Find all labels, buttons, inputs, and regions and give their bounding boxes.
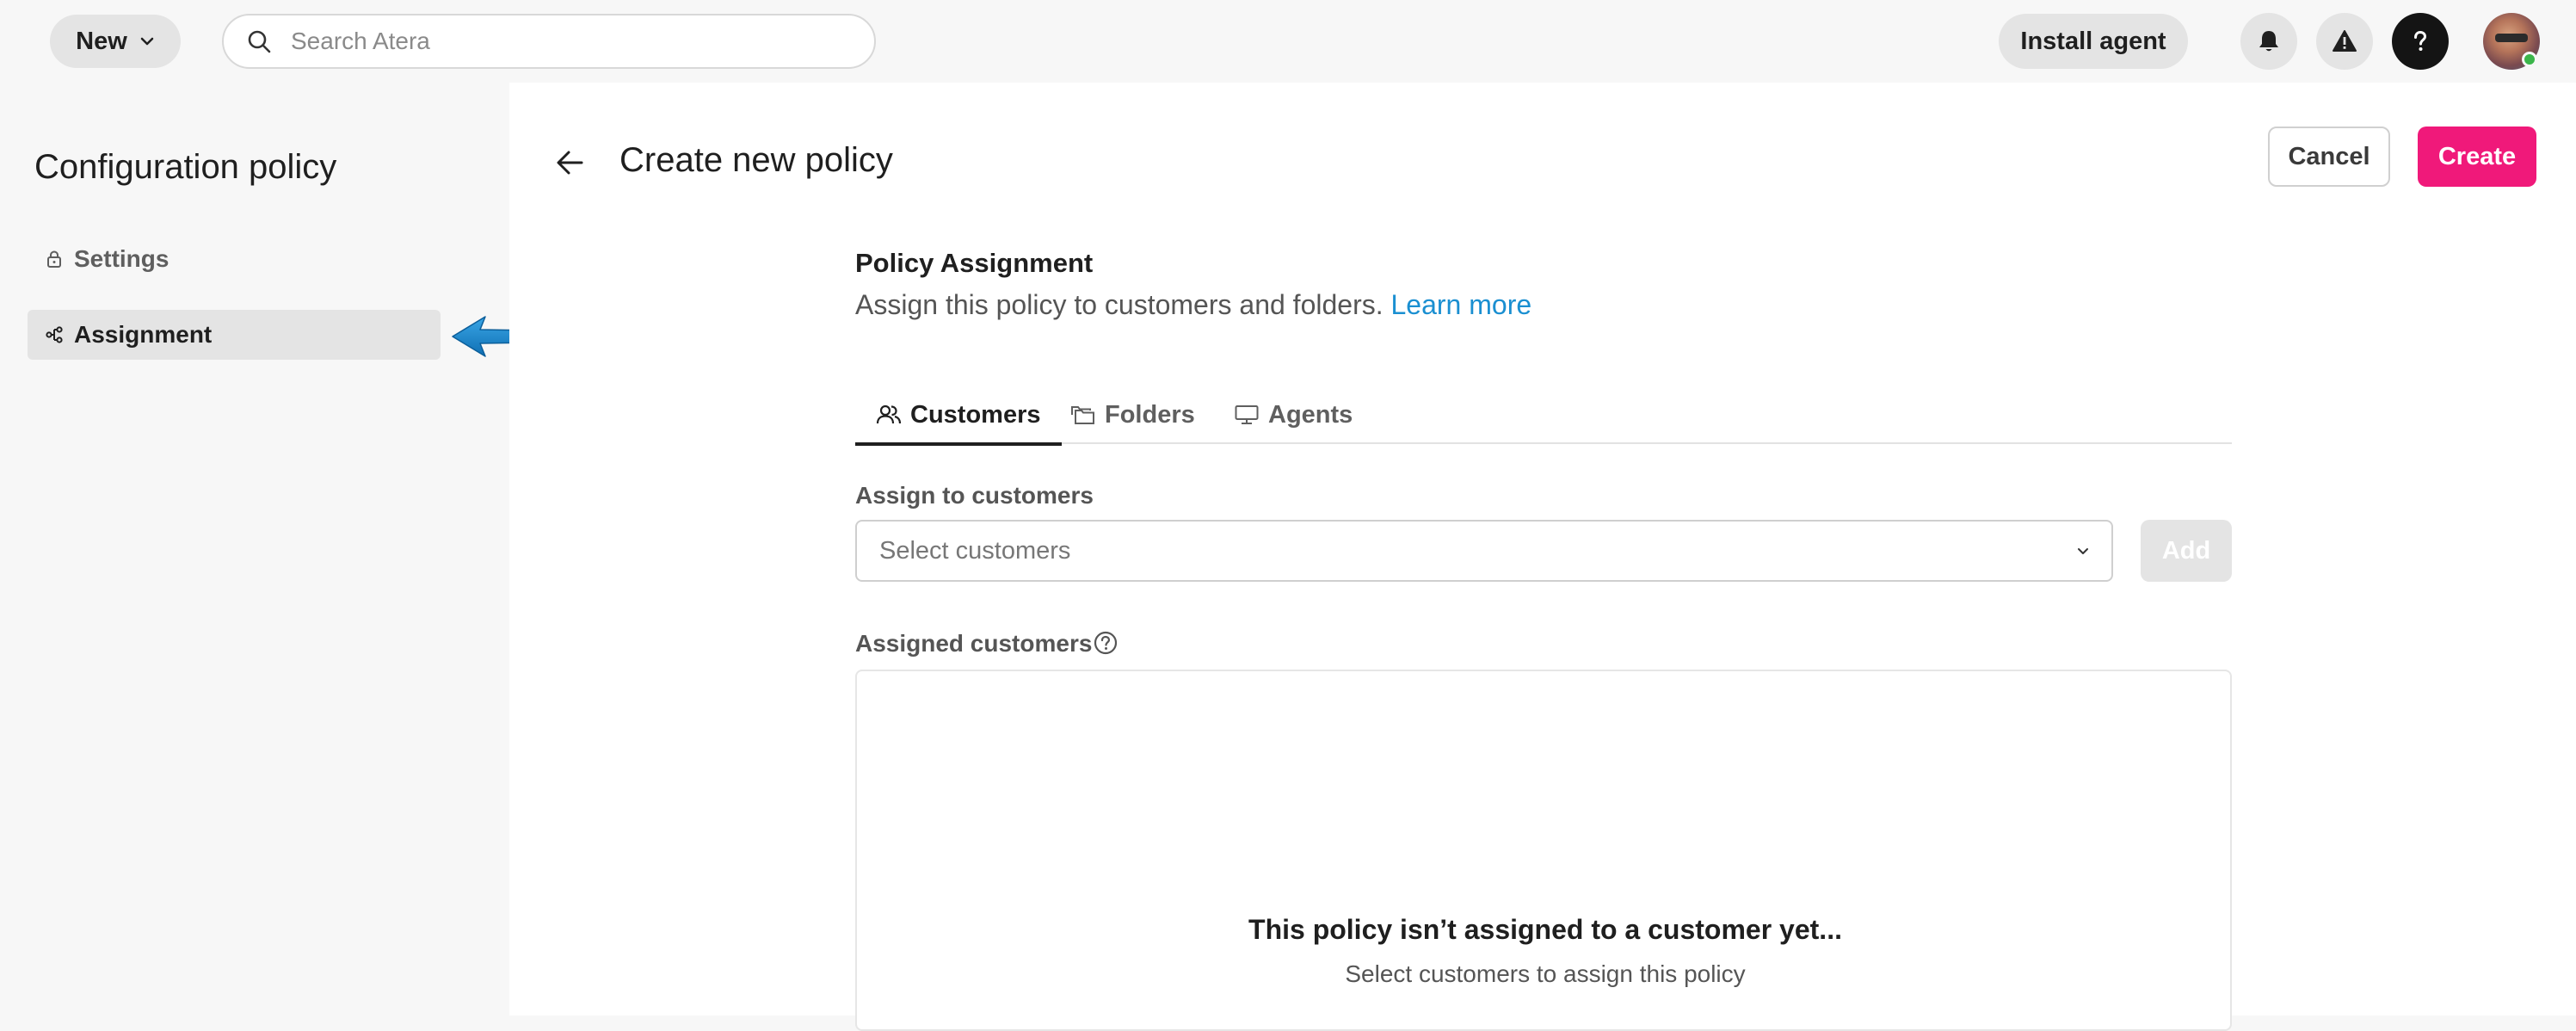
folders-icon bbox=[1071, 406, 1094, 424]
alerts-button[interactable] bbox=[2316, 13, 2373, 70]
back-arrow-icon[interactable] bbox=[551, 143, 590, 182]
main-panel: Create new policy Cancel Create Policy A… bbox=[509, 83, 2576, 1031]
add-button[interactable]: Add bbox=[2141, 520, 2232, 582]
notifications-button[interactable] bbox=[2240, 13, 2297, 70]
assign-to-customers-label: Assign to customers bbox=[855, 482, 1094, 509]
chevron-down-icon bbox=[140, 37, 154, 46]
tab-folders[interactable]: Folders bbox=[1070, 386, 1195, 444]
avatar-glasses bbox=[2495, 34, 2528, 42]
section-subtitle: Assign this policy to customers and fold… bbox=[855, 289, 1531, 321]
online-status-dot bbox=[2522, 52, 2537, 67]
bell-icon bbox=[2259, 31, 2278, 52]
new-button-label: New bbox=[76, 27, 127, 55]
search-input[interactable] bbox=[291, 28, 841, 55]
install-agent-button[interactable]: Install agent bbox=[1999, 14, 2188, 69]
tab-agents[interactable]: Agents bbox=[1234, 386, 1353, 444]
tab-bar: Customers Folders Agents bbox=[855, 386, 2232, 446]
lock-icon bbox=[47, 250, 61, 268]
sidebar-item-settings[interactable]: Settings bbox=[28, 234, 441, 284]
create-button[interactable]: Create bbox=[2418, 127, 2536, 187]
customer-select[interactable]: Select customers bbox=[855, 520, 2113, 582]
learn-more-link[interactable]: Learn more bbox=[1391, 289, 1532, 320]
search-bar[interactable] bbox=[222, 14, 876, 69]
tab-label: Folders bbox=[1105, 400, 1195, 429]
empty-state-title: This policy isn’t assigned to a customer… bbox=[1248, 914, 1842, 945]
tab-customers[interactable]: Customers bbox=[855, 386, 1061, 446]
warning-icon bbox=[2333, 30, 2357, 52]
assignment-icon bbox=[46, 326, 63, 343]
chevron-down-icon bbox=[2078, 548, 2088, 554]
new-button[interactable]: New bbox=[50, 15, 181, 68]
empty-state-subtitle: Select customers to assign this policy bbox=[1345, 960, 1746, 987]
customer-select-placeholder: Select customers bbox=[879, 536, 1071, 565]
sidebar-item-assignment[interactable]: Assignment bbox=[28, 310, 441, 360]
tab-label: Customers bbox=[910, 400, 1041, 429]
assigned-customers-panel: This policy isn’t assigned to a customer… bbox=[855, 670, 2232, 1031]
assigned-customers-label: Assigned customers bbox=[855, 630, 1093, 657]
cancel-button[interactable]: Cancel bbox=[2268, 127, 2390, 187]
tab-label: Agents bbox=[1268, 400, 1353, 429]
monitor-icon bbox=[1235, 405, 1259, 424]
help-circle-icon[interactable] bbox=[1093, 630, 1119, 656]
section-title: Policy Assignment bbox=[855, 248, 1094, 278]
section-subtitle-text: Assign this policy to customers and fold… bbox=[855, 289, 1384, 320]
search-icon bbox=[248, 30, 271, 53]
users-icon bbox=[876, 404, 902, 424]
help-button[interactable] bbox=[2392, 13, 2449, 70]
question-mark-icon bbox=[2414, 30, 2427, 51]
sidebar-title: Configuration policy bbox=[34, 148, 337, 186]
top-bar: New Install agent bbox=[0, 0, 2576, 83]
sidebar-item-label: Assignment bbox=[74, 321, 213, 348]
sidebar-item-label: Settings bbox=[74, 245, 169, 272]
page-title: Create new policy bbox=[619, 141, 893, 179]
